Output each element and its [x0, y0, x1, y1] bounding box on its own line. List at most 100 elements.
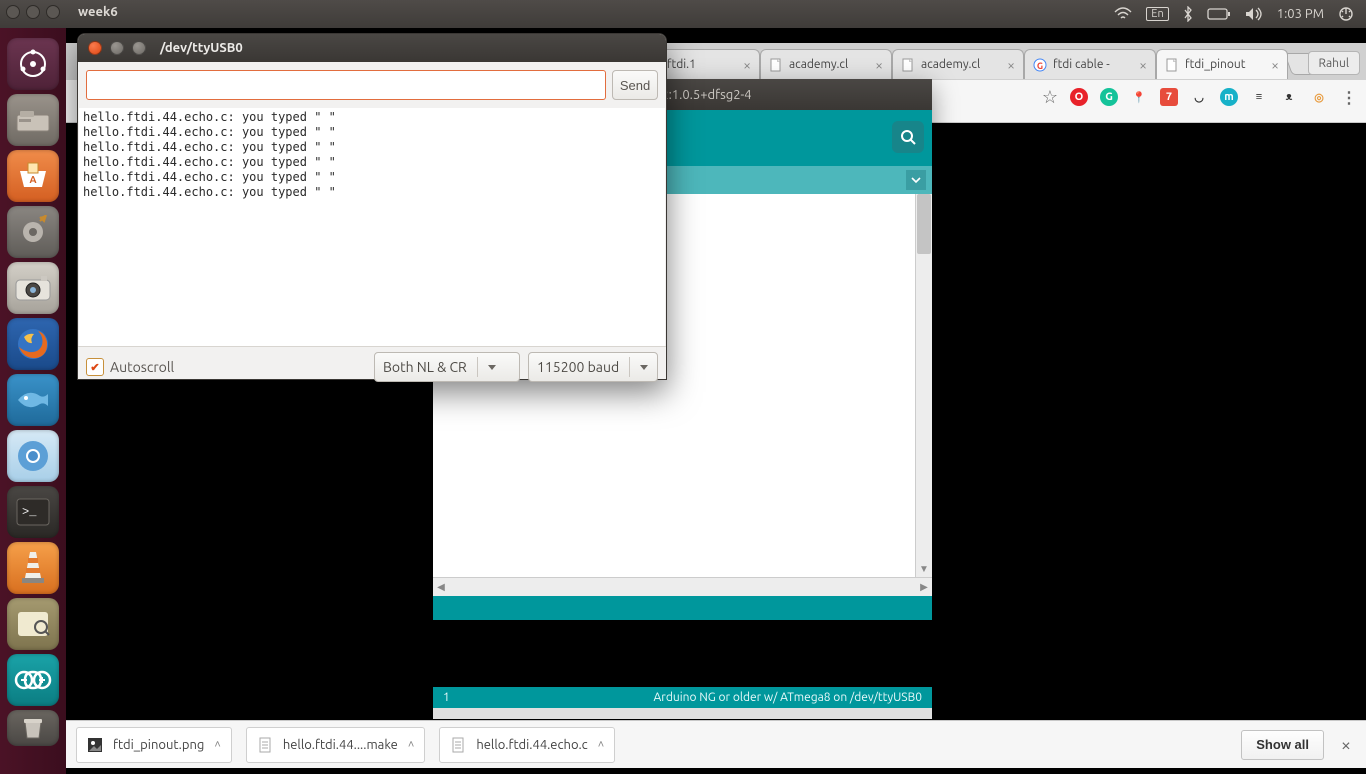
download-item[interactable]: ftdi_pinout.png ˄ — [76, 727, 232, 763]
tab-label: ftdi_pinout — [1185, 58, 1265, 71]
close-tab-icon[interactable]: × — [1271, 58, 1279, 72]
ext-m-icon[interactable]: m — [1220, 88, 1238, 106]
serialmon-titlebar[interactable]: /dev/ttyUSB0 — [78, 34, 666, 62]
show-all-button[interactable]: Show all — [1241, 730, 1324, 760]
launcher-firefox-icon[interactable] — [7, 318, 59, 370]
baud-dropdown[interactable]: 115200 baud — [528, 352, 658, 382]
launcher-software-center-icon[interactable]: A — [7, 150, 59, 202]
chrome-tab[interactable]: academy.cl × — [760, 49, 892, 79]
download-item[interactable]: hello.ftdi.44.echo.c ˄ — [439, 727, 615, 763]
ext-pin-icon[interactable]: 📍 — [1130, 88, 1148, 106]
close-window-icon[interactable] — [88, 41, 102, 55]
arduino-console — [433, 620, 932, 687]
tab-dropdown-icon[interactable] — [906, 170, 926, 190]
ext-buffer-icon[interactable]: ≡ — [1250, 88, 1268, 106]
launcher-sysmonitor-icon[interactable] — [7, 598, 59, 650]
favicon-doc-icon — [769, 58, 783, 72]
chevron-up-icon[interactable]: ˄ — [598, 739, 604, 751]
dropdown-arrow-icon — [488, 365, 496, 370]
close-tab-icon[interactable]: × — [743, 58, 751, 72]
close-bar-icon[interactable]: × — [1336, 735, 1356, 755]
download-item[interactable]: hello.ftdi.44....make ˄ — [246, 727, 426, 763]
serialmon-title: /dev/ttyUSB0 — [156, 41, 243, 55]
launcher-trash-icon[interactable] — [7, 710, 59, 746]
favicon-doc-icon — [1165, 58, 1179, 72]
scroll-down-icon[interactable]: ▼ — [916, 561, 932, 577]
file-doc-icon — [257, 737, 273, 753]
maximize-window-icon[interactable] — [46, 5, 60, 19]
close-tab-icon[interactable]: × — [1007, 58, 1015, 72]
chrome-tab-active[interactable]: ftdi_pinout × — [1156, 49, 1288, 79]
serial-monitor-icon[interactable] — [892, 121, 924, 153]
close-tab-icon[interactable]: × — [875, 58, 883, 72]
download-label: ftdi_pinout.png — [113, 738, 204, 752]
editor-vertical-scrollbar[interactable]: ▲ ▼ — [915, 194, 932, 577]
launcher-dash-icon[interactable] — [7, 38, 59, 90]
chrome-tab[interactable]: academy.cl × — [892, 49, 1024, 79]
launcher-chromium-icon[interactable] — [7, 430, 59, 482]
unity-launcher: A >_ — [0, 28, 66, 774]
network-indicator-icon[interactable] — [1114, 7, 1132, 21]
chrome-extensions: ☆ O G 📍 7 ◡ m ≡ ᴥ ◎ ⋮ — [1042, 88, 1358, 106]
download-label: hello.ftdi.44.echo.c — [476, 738, 587, 752]
ext-orange-icon[interactable]: ◎ — [1310, 88, 1328, 106]
tab-label: academy.cl — [921, 58, 1001, 71]
svg-text:>_: >_ — [22, 505, 37, 519]
minimize-window-icon[interactable] — [26, 5, 40, 19]
session-indicator-icon[interactable] — [1338, 6, 1354, 22]
bluetooth-indicator-icon[interactable] — [1183, 6, 1193, 22]
chrome-menu-icon[interactable]: ⋮ — [1340, 88, 1358, 106]
launcher-shotwell-icon[interactable] — [7, 262, 59, 314]
ext-grammarly-icon[interactable]: G — [1100, 88, 1118, 106]
serial-input[interactable] — [86, 70, 606, 100]
send-button[interactable]: Send — [612, 70, 658, 100]
baud-value: 115200 baud — [537, 359, 619, 375]
launcher-arduino-icon[interactable] — [7, 654, 59, 706]
launcher-settings-icon[interactable] — [7, 206, 59, 258]
svg-text:A: A — [29, 174, 36, 185]
download-bar: ftdi_pinout.png ˄ hello.ftdi.44....make … — [66, 720, 1366, 768]
line-ending-dropdown[interactable]: Both NL & CR — [374, 352, 520, 382]
clock[interactable]: 1:03 PM — [1277, 7, 1324, 21]
autoscroll-checkbox[interactable]: ✔ Autoscroll — [86, 358, 174, 376]
scroll-right-icon[interactable]: ▶ — [916, 579, 932, 595]
serial-monitor-window: /dev/ttyUSB0 Send hello.ftdi.44.echo.c: … — [77, 33, 667, 380]
chrome-tab[interactable]: G ftdi cable - × — [1024, 49, 1156, 79]
close-window-icon[interactable] — [6, 5, 20, 19]
status-line: 1 — [443, 691, 450, 704]
keyboard-indicator[interactable]: En — [1146, 7, 1168, 21]
scrollbar-thumb[interactable] — [917, 194, 931, 254]
tab-label: o.ftdi.1 — [657, 58, 737, 71]
file-image-icon — [87, 737, 103, 753]
autoscroll-label: Autoscroll — [110, 359, 174, 375]
editor-horizontal-scrollbar[interactable]: ◀ ▶ — [433, 577, 932, 596]
battery-indicator-icon[interactable] — [1207, 8, 1231, 20]
launcher-terminal-icon[interactable]: >_ — [7, 486, 59, 538]
launcher-vlc-icon[interactable] — [7, 542, 59, 594]
status-board: Arduino NG or older w/ ATmega8 on /dev/t… — [653, 691, 922, 704]
arduino-message-bar — [433, 596, 932, 620]
chevron-up-icon[interactable]: ˄ — [408, 739, 414, 751]
minimize-window-icon[interactable] — [110, 41, 124, 55]
favicon-doc-icon — [901, 58, 915, 72]
close-tab-icon[interactable]: × — [1139, 58, 1147, 72]
ext-badge-icon[interactable]: 7 — [1160, 88, 1178, 106]
maximize-window-icon[interactable] — [132, 41, 146, 55]
download-label: hello.ftdi.44....make — [283, 738, 398, 752]
ext-opera-icon[interactable]: O — [1070, 88, 1088, 106]
launcher-files-icon[interactable] — [7, 94, 59, 146]
svg-text:G: G — [1037, 61, 1043, 71]
ext-pocket-icon[interactable]: ◡ — [1190, 88, 1208, 106]
launcher-bluefish-icon[interactable] — [7, 374, 59, 426]
checkbox-checked-icon: ✔ — [86, 358, 104, 376]
ext-panda-icon[interactable]: ᴥ — [1280, 88, 1298, 106]
chevron-up-icon[interactable]: ˄ — [214, 739, 220, 751]
dropdown-arrow-icon — [640, 365, 648, 370]
scroll-left-icon[interactable]: ◀ — [433, 579, 449, 595]
serial-output: hello.ftdi.44.echo.c: you typed " " hell… — [79, 108, 665, 346]
sound-indicator-icon[interactable] — [1245, 7, 1263, 21]
window-buttons — [6, 5, 60, 19]
line-ending-value: Both NL & CR — [383, 359, 467, 375]
chrome-user-button[interactable]: Rahul — [1308, 51, 1360, 75]
bookmark-star-icon[interactable]: ☆ — [1042, 88, 1058, 106]
